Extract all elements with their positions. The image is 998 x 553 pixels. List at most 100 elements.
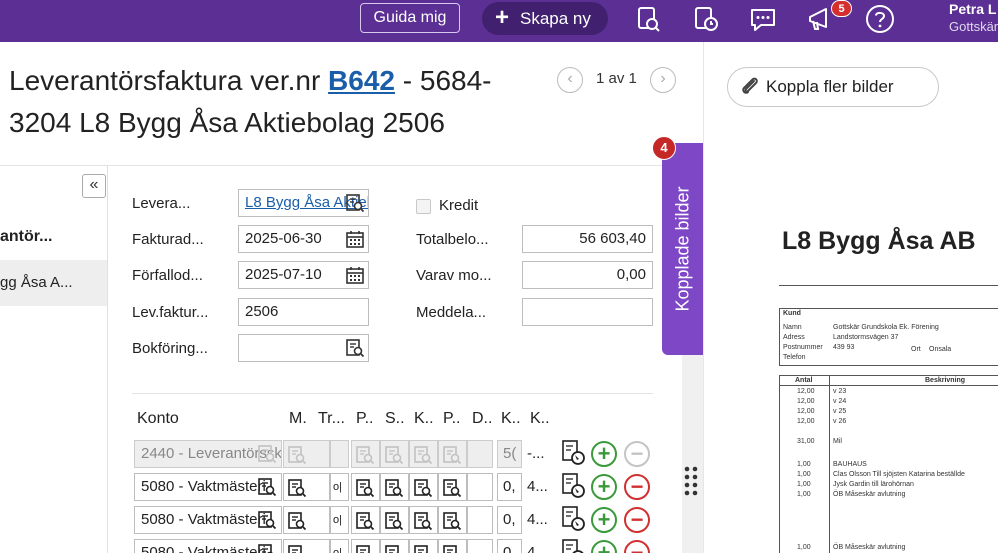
dimension-cell[interactable] xyxy=(380,539,409,553)
next-page-button[interactable]: › xyxy=(650,67,676,93)
user-name[interactable]: Petra L xyxy=(949,1,996,17)
quantity-cell[interactable]: 5( xyxy=(497,440,522,468)
calendar-icon[interactable] xyxy=(345,229,365,249)
transaction-cell[interactable] xyxy=(330,440,349,468)
col-header-p1[interactable]: P.. xyxy=(356,410,374,428)
col-header-k1[interactable]: K.. xyxy=(414,410,434,428)
dimension-cell[interactable] xyxy=(409,506,438,534)
col-header-p2[interactable]: P.. xyxy=(443,410,461,428)
add-row-button[interactable]: + xyxy=(591,507,617,533)
col-header-tr[interactable]: Tr... xyxy=(318,410,345,428)
vat-code-cell[interactable] xyxy=(283,506,330,534)
credit-checkbox[interactable] xyxy=(416,199,431,214)
due-date-field[interactable]: 2025-07-10 xyxy=(238,261,369,289)
dimension-cell[interactable] xyxy=(438,440,467,468)
amount-text: 4... xyxy=(527,478,548,495)
dimension-cell[interactable] xyxy=(380,473,409,501)
account-cell[interactable]: 5080 - Vaktmästeri xyxy=(134,539,282,553)
line-quantity: 12,00 xyxy=(797,418,815,425)
dimension-cell[interactable] xyxy=(351,539,380,553)
supplier-invoice-field[interactable]: 2506 xyxy=(238,298,369,326)
create-new-button[interactable]: + Skapa ny xyxy=(482,2,608,35)
col-header-m[interactable]: M. xyxy=(289,410,307,428)
booking-field[interactable] xyxy=(238,334,369,362)
document-lookup-icon[interactable] xyxy=(560,471,588,501)
lookup-icon[interactable] xyxy=(345,193,365,213)
lookup-icon[interactable] xyxy=(345,338,365,358)
quantity-cell[interactable]: 0, xyxy=(497,473,522,501)
vat-code-cell[interactable] xyxy=(283,473,330,501)
account-cell[interactable]: 2440 - Leverantörsskulder xyxy=(134,440,282,468)
calendar-icon[interactable] xyxy=(345,265,365,285)
add-row-button[interactable]: + xyxy=(591,540,617,553)
vat-code-cell[interactable] xyxy=(283,539,330,553)
chat-icon[interactable] xyxy=(747,3,779,35)
remove-row-button[interactable]: − xyxy=(624,540,650,553)
vat-code-cell[interactable] xyxy=(283,440,330,468)
transaction-cell[interactable]: o| xyxy=(330,506,349,534)
date-cell[interactable] xyxy=(467,473,493,501)
date-cell[interactable] xyxy=(467,539,493,553)
col-header-s[interactable]: S.. xyxy=(385,410,405,428)
dimension-cell[interactable] xyxy=(438,473,467,501)
col-header-d[interactable]: D.. xyxy=(472,410,492,428)
transaction-cell[interactable]: o| xyxy=(330,473,349,501)
col-header-k3[interactable]: K.. xyxy=(530,410,550,428)
city-value: Onsala xyxy=(929,346,952,353)
drag-handle-icon[interactable] xyxy=(683,465,699,497)
document-clock-icon[interactable] xyxy=(690,3,722,35)
quantity-cell[interactable]: 0, xyxy=(497,506,522,534)
transaction-cell[interactable]: o| xyxy=(330,539,349,553)
credit-label: Kredit xyxy=(439,197,479,214)
dimension-cell[interactable] xyxy=(380,440,409,468)
col-antal: Antal xyxy=(795,377,813,384)
collapse-panel-button[interactable]: « xyxy=(82,174,106,198)
remove-row-button[interactable]: − xyxy=(624,507,650,533)
vat-field[interactable]: 0,00 xyxy=(522,261,653,289)
dimension-cell[interactable] xyxy=(409,473,438,501)
document-lookup-icon[interactable] xyxy=(560,438,588,468)
dimension-cell[interactable] xyxy=(438,539,467,553)
supplier-field[interactable]: L8 Bygg Åsa Aktiebolag xyxy=(238,189,369,217)
document-search-icon[interactable] xyxy=(632,3,664,35)
message-field[interactable] xyxy=(522,298,653,326)
dimension-cell[interactable] xyxy=(351,473,380,501)
dimension-cell[interactable] xyxy=(380,506,409,534)
attach-more-images-button[interactable]: Koppla fler bilder xyxy=(727,67,939,107)
voucher-number-link[interactable]: B642 xyxy=(328,65,395,96)
add-row-button[interactable]: + xyxy=(591,474,617,500)
lines-divider xyxy=(829,375,830,553)
col-header-k2[interactable]: K.. xyxy=(501,410,521,428)
remove-row-button[interactable]: − xyxy=(624,441,650,467)
date-cell[interactable] xyxy=(467,440,493,468)
dimension-cell[interactable] xyxy=(351,506,380,534)
account-value: 5080 - Vaktmästeri xyxy=(141,544,266,553)
left-panel-row[interactable]: gg Åsa A... xyxy=(0,260,107,306)
date-cell[interactable] xyxy=(467,506,493,534)
total-field[interactable]: 56 603,40 xyxy=(522,225,653,253)
attached-images-tab[interactable]: Kopplade bilder xyxy=(662,143,703,355)
document-lookup-icon[interactable] xyxy=(560,504,588,534)
col-header-account[interactable]: Konto xyxy=(137,410,179,428)
customer-field-value: 439 93 xyxy=(833,344,855,351)
lookup-icon[interactable] xyxy=(257,444,277,467)
dimension-cell[interactable] xyxy=(438,506,467,534)
lookup-icon[interactable] xyxy=(257,543,277,553)
notification-badge: 5 xyxy=(831,0,852,17)
invoice-date-field[interactable]: 2025-06-30 xyxy=(238,225,369,253)
help-icon[interactable] xyxy=(864,3,896,35)
previous-page-button[interactable]: ‹ xyxy=(557,67,583,93)
dimension-cell[interactable] xyxy=(409,539,438,553)
guide-me-button[interactable]: Guida mig xyxy=(360,3,460,33)
lookup-icon xyxy=(443,446,462,465)
lookup-icon[interactable] xyxy=(257,510,277,533)
document-lookup-icon[interactable] xyxy=(560,537,588,553)
add-row-button[interactable]: + xyxy=(591,441,617,467)
account-cell[interactable]: 5080 - Vaktmästeri xyxy=(134,473,282,501)
account-cell[interactable]: 5080 - Vaktmästeri xyxy=(134,506,282,534)
remove-row-button[interactable]: − xyxy=(624,474,650,500)
quantity-cell[interactable]: 0, xyxy=(497,539,522,553)
lookup-icon[interactable] xyxy=(257,477,277,500)
dimension-cell[interactable] xyxy=(351,440,380,468)
dimension-cell[interactable] xyxy=(409,440,438,468)
